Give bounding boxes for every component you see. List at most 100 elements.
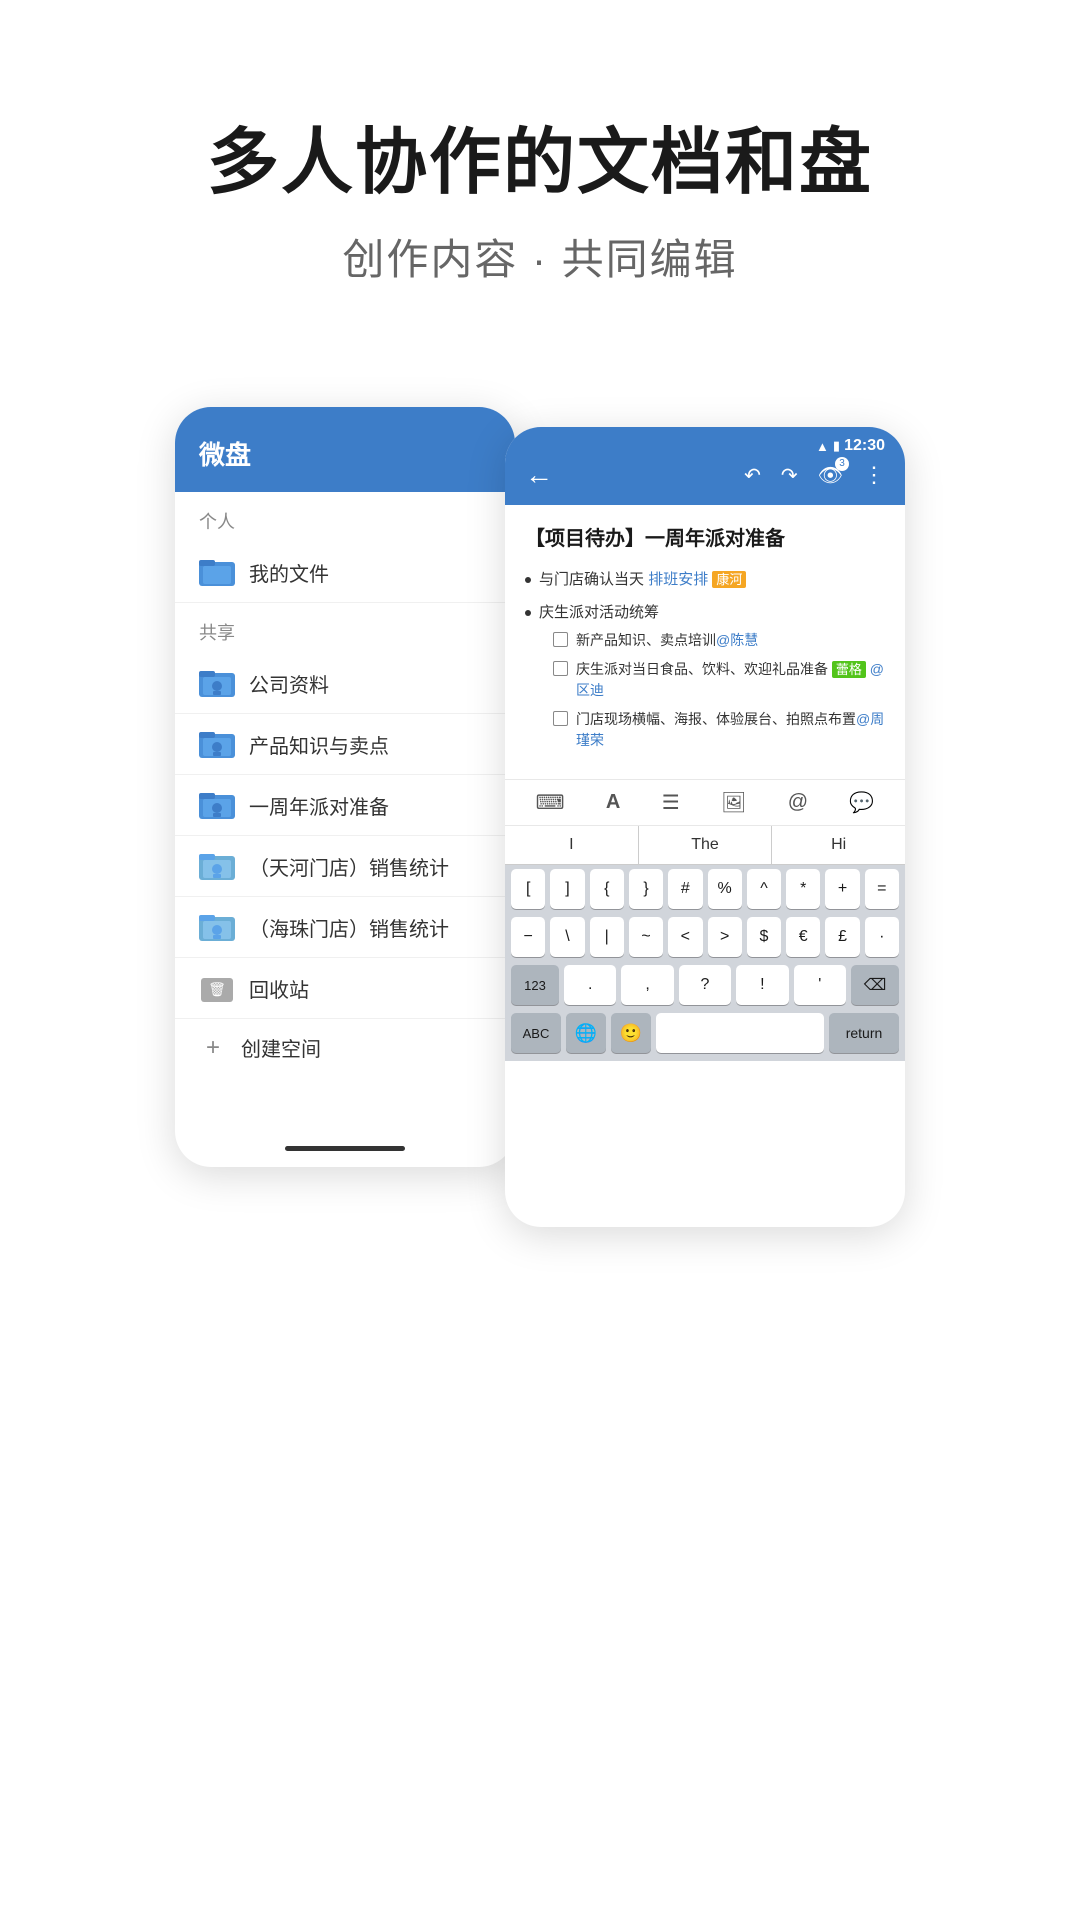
key-dollar[interactable]: $: [747, 917, 781, 957]
doc-content: 【项目待办】一周年派对准备 与门店确认当天 排班安排 康河 庆生派对活动统筹: [505, 505, 905, 779]
anniversary-files-label: 一周年派对准备: [249, 791, 389, 820]
key-question[interactable]: ?: [679, 965, 731, 1005]
key-percent[interactable]: %: [708, 869, 742, 909]
sidebar-item-haizhu[interactable]: （海珠门店）销售统计: [175, 897, 515, 958]
key-minus[interactable]: −: [511, 917, 545, 957]
sub-items: 新产品知识、卖点培训@陈慧 庆生派对当日食品、饮料、欢迎礼品准备 蕾格 @区迪: [553, 630, 885, 751]
key-close-bracket[interactable]: ]: [550, 869, 584, 909]
key-exclaim[interactable]: !: [736, 965, 788, 1005]
bullet-dot-1: [525, 577, 531, 583]
tag-leige: 蕾格: [832, 661, 866, 678]
key-tilde[interactable]: ~: [629, 917, 663, 957]
right-phone-header: ▲ ▮ 12:30 ← ↶ ↷ 👁 3 ⋮: [505, 427, 905, 505]
personal-section-label: 个人: [175, 492, 515, 542]
key-euro[interactable]: €: [786, 917, 820, 957]
bullet-dot-2: [525, 610, 531, 616]
key-delete[interactable]: ⌫: [851, 965, 899, 1005]
folder-shared-icon-3: [199, 789, 235, 821]
hero-title: 多人协作的文档和盘: [60, 120, 1020, 206]
create-space-item[interactable]: + 创建空间: [175, 1019, 515, 1076]
key-period[interactable]: .: [564, 965, 616, 1005]
keyboard-toolbar-btn[interactable]: ⌨: [536, 790, 565, 815]
key-close-brace[interactable]: }: [629, 869, 663, 909]
right-phone: ▲ ▮ 12:30 ← ↶ ↷ 👁 3 ⋮ 【项目: [505, 427, 905, 1227]
key-emoji[interactable]: 🙂: [611, 1013, 651, 1053]
checkbox-3[interactable]: [553, 711, 568, 726]
svg-text:🗑: 🗑: [208, 981, 226, 997]
viewers-icon[interactable]: 👁 3: [818, 463, 843, 488]
company-files-label: 公司资料: [249, 669, 329, 698]
bullet2-main: 庆生派对活动统筹: [539, 602, 885, 625]
keyboard-suggestions: I The Hi: [505, 826, 905, 865]
key-backslash[interactable]: \: [550, 917, 584, 957]
sidebar-item-anniversary[interactable]: 一周年派对准备: [175, 775, 515, 836]
sidebar-item-my-files[interactable]: 我的文件: [175, 542, 515, 603]
mention-zhoujingrong: @周瑾荣: [576, 711, 884, 748]
list-toolbar-btn[interactable]: ☰: [662, 790, 680, 815]
sidebar-item-company[interactable]: 公司资料: [175, 653, 515, 714]
undo-button[interactable]: ↶: [744, 463, 761, 488]
tianhe-files-label: （天河门店）销售统计: [249, 852, 449, 881]
nav-bar: ← ↶ ↷ 👁 3 ⋮: [525, 459, 885, 491]
key-plus[interactable]: +: [825, 869, 859, 909]
redo-button[interactable]: ↷: [781, 463, 798, 488]
key-comma[interactable]: ,: [621, 965, 673, 1005]
back-button[interactable]: ←: [525, 459, 553, 491]
plus-icon: +: [199, 1034, 227, 1062]
my-files-label: 我的文件: [249, 558, 329, 587]
left-phone-header: 微盘: [175, 407, 515, 492]
doc-toolbar: ⌨ A ☰ 🖼 @ 💬: [505, 779, 905, 826]
checkbox-item-3: 门店现场横幅、海报、体验展台、拍照点布置@周瑾荣: [553, 709, 885, 751]
signal-icon: ▲: [816, 439, 829, 454]
key-dot[interactable]: ·: [865, 917, 899, 957]
more-button[interactable]: ⋮: [863, 462, 885, 488]
shared-section-label: 共享: [175, 603, 515, 653]
checkbox-item-2: 庆生派对当日食品、饮料、欢迎礼品准备 蕾格 @区迪: [553, 659, 885, 701]
bullet-text-1: 与门店确认当天 排班安排 康河: [539, 569, 746, 592]
key-asterisk[interactable]: *: [786, 869, 820, 909]
key-open-brace[interactable]: {: [590, 869, 624, 909]
doc-bullet-1: 与门店确认当天 排班安排 康河: [525, 569, 885, 592]
image-toolbar-btn[interactable]: 🖼: [721, 790, 746, 815]
checkbox-text-3: 门店现场横幅、海报、体验展台、拍照点布置@周瑾荣: [576, 709, 885, 751]
folder-shared-icon-4: [199, 850, 235, 882]
at-toolbar-btn[interactable]: @: [788, 791, 808, 814]
key-globe[interactable]: 🌐: [566, 1013, 606, 1053]
key-open-bracket[interactable]: [: [511, 869, 545, 909]
key-pound[interactable]: £: [825, 917, 859, 957]
keyboard: I The Hi [ ] { } # % ^ * + = − \ |: [505, 826, 905, 1061]
key-return[interactable]: return: [829, 1013, 899, 1053]
checkbox-2[interactable]: [553, 661, 568, 676]
key-greater[interactable]: >: [708, 917, 742, 957]
suggestion-i[interactable]: I: [505, 826, 639, 864]
hero-section: 多人协作的文档和盘 创作内容 · 共同编辑: [0, 0, 1080, 367]
font-toolbar-btn[interactable]: A: [606, 791, 620, 814]
bullet1-main: 与门店确认当天: [539, 571, 644, 588]
key-hash[interactable]: #: [668, 869, 702, 909]
key-caret[interactable]: ^: [747, 869, 781, 909]
key-apostrophe[interactable]: ': [794, 965, 846, 1005]
sidebar-item-product[interactable]: 产品知识与卖点: [175, 714, 515, 775]
viewers-badge: 3: [835, 457, 849, 471]
key-space[interactable]: [656, 1013, 824, 1053]
key-less[interactable]: <: [668, 917, 702, 957]
nav-actions: ↶ ↷ 👁 3 ⋮: [744, 462, 885, 488]
key-equals[interactable]: =: [865, 869, 899, 909]
key-pipe[interactable]: |: [590, 917, 624, 957]
bullet1-highlight: 排班安排: [648, 571, 708, 588]
checkbox-1[interactable]: [553, 632, 568, 647]
suggestion-hi[interactable]: Hi: [772, 826, 905, 864]
key-abc[interactable]: ABC: [511, 1013, 561, 1053]
suggestion-the[interactable]: The: [639, 826, 773, 864]
comment-toolbar-btn[interactable]: 💬: [849, 790, 874, 815]
mention-chenhui: @陈慧: [716, 632, 758, 648]
keyboard-bottom-row: ABC 🌐 🙂 return: [505, 1009, 905, 1061]
sidebar-item-tianhe[interactable]: （天河门店）销售统计: [175, 836, 515, 897]
home-indicator: [285, 1146, 405, 1151]
folder-shared-icon-2: [199, 728, 235, 760]
status-bar: ▲ ▮ 12:30: [525, 437, 885, 455]
sidebar-item-recycle[interactable]: 🗑 回收站: [175, 958, 515, 1019]
key-123[interactable]: 123: [511, 965, 559, 1005]
doc-bullet-2: 庆生派对活动统筹 新产品知识、卖点培训@陈慧: [525, 602, 885, 760]
status-time: 12:30: [844, 437, 885, 455]
